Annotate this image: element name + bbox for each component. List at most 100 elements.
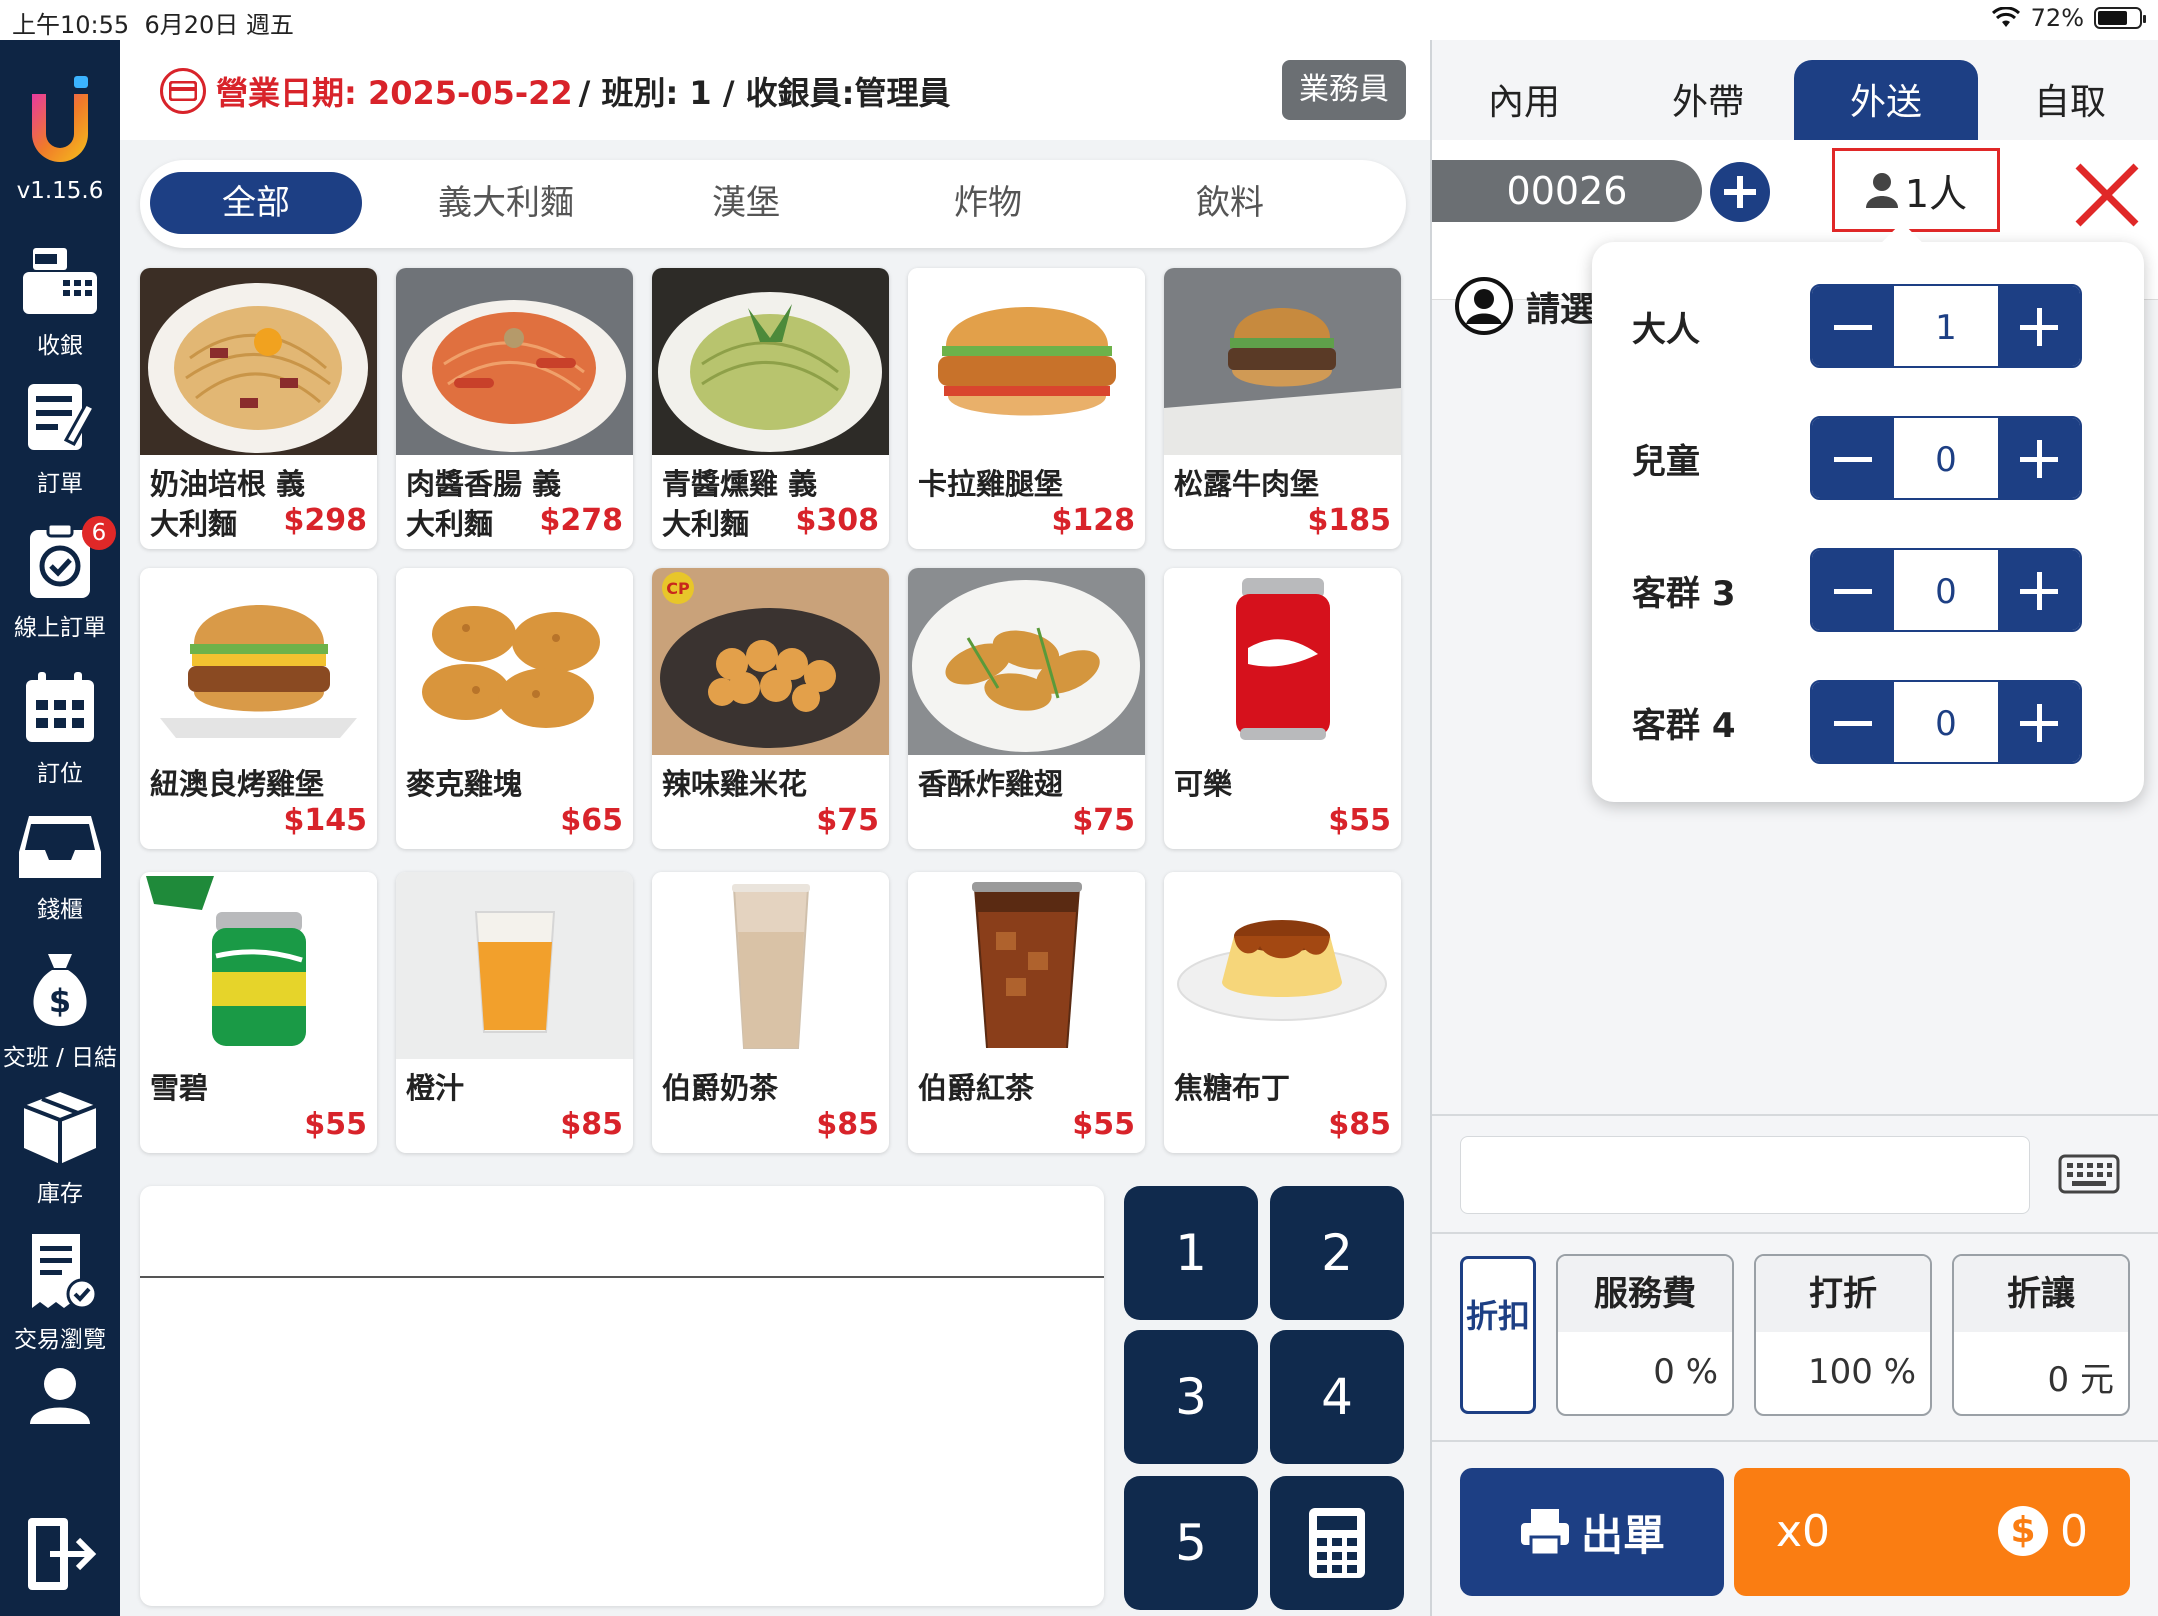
salesman-button[interactable]: 業務員 — [1282, 60, 1406, 120]
nav-cashier[interactable]: 收銀 — [0, 246, 120, 360]
numpad-key-1[interactable]: 1 — [1124, 1186, 1258, 1320]
tab-pickup[interactable]: 自取 — [1978, 60, 2158, 140]
nav-orders[interactable]: 訂單 — [0, 380, 120, 498]
product-card[interactable]: 紐澳良烤雞堡 $145 — [140, 568, 377, 849]
product-card[interactable]: 香酥炸雞翅 $75 — [908, 568, 1145, 849]
nav-shift-close[interactable]: $ 交班 / 日結 — [0, 950, 120, 1072]
guest-label: 大人 — [1632, 310, 1700, 350]
product-price: $85 — [816, 1107, 879, 1142]
allowance-box[interactable]: 折讓 0 元 — [1952, 1254, 2130, 1416]
divider — [1432, 1440, 2158, 1442]
category-tab-pasta[interactable]: 義大利麵 — [400, 172, 612, 234]
nav-inventory[interactable]: 庫存 — [0, 1090, 120, 1208]
product-name: 雪碧 — [150, 1071, 209, 1105]
category-tab-fried[interactable]: 炸物 — [882, 172, 1094, 234]
guest-count-label: 1人 — [1904, 171, 1968, 216]
discount-tag[interactable]: 折扣 — [1460, 1256, 1536, 1414]
product-image — [908, 268, 1145, 455]
product-card[interactable]: 伯爵奶茶 $85 — [652, 872, 889, 1153]
service-fee-box[interactable]: 服務費 0 % — [1556, 1254, 1734, 1416]
category-tab-all[interactable]: 全部 — [150, 172, 362, 234]
product-price: $85 — [1328, 1107, 1391, 1142]
calculator-button[interactable] — [1270, 1476, 1404, 1610]
nav-account[interactable] — [0, 1366, 120, 1434]
product-image — [908, 872, 1145, 1059]
product-image — [396, 568, 633, 755]
product-card[interactable]: 雪碧 $55 — [140, 872, 377, 1153]
group4-count[interactable]: 0 — [1894, 682, 1998, 762]
tab-dine-in[interactable]: 內用 — [1432, 60, 1616, 140]
nav-transactions[interactable]: 交易瀏覽 — [0, 1232, 120, 1354]
product-card[interactable]: 麥克雞塊 $65 — [396, 568, 633, 849]
product-name: 橙汁 — [406, 1071, 465, 1105]
decrement-button[interactable] — [1812, 418, 1894, 498]
order-note-area[interactable] — [140, 1186, 1104, 1606]
close-icon[interactable] — [2072, 160, 2142, 230]
product-card[interactable]: 奶油培根 義大利麵 $298 — [140, 268, 377, 549]
product-card[interactable]: 橙汁 $85 — [396, 872, 633, 1153]
numpad-key-2[interactable]: 2 — [1270, 1186, 1404, 1320]
increment-button[interactable] — [1998, 418, 2080, 498]
nav-online-orders[interactable]: 6 線上訂單 — [0, 516, 120, 642]
product-card[interactable]: 肉醬香腸 義大利麵 $278 — [396, 268, 633, 549]
product-image — [140, 872, 377, 1059]
product-name: 麥克雞塊 — [406, 767, 523, 801]
note-divider — [140, 1276, 1104, 1278]
nav-cash-drawer[interactable]: 錢櫃 — [0, 812, 120, 924]
nav-label: 錢櫃 — [37, 897, 83, 923]
guest-row-group4: 客群 4 0 — [1592, 680, 2144, 764]
decrement-button[interactable] — [1812, 682, 1894, 762]
numpad-key-4[interactable]: 4 — [1270, 1330, 1404, 1464]
increment-button[interactable] — [1998, 550, 2080, 630]
product-price: $308 — [795, 503, 880, 538]
child-count[interactable]: 0 — [1894, 418, 1998, 498]
numpad-key-5[interactable]: 5 — [1124, 1476, 1258, 1610]
product-card[interactable]: 青醬燻雞 義大利麵 $308 — [652, 268, 889, 549]
decrement-button[interactable] — [1812, 550, 1894, 630]
product-price: $185 — [1307, 503, 1392, 538]
product-card[interactable]: 焦糖布丁 $85 — [1164, 872, 1401, 1153]
adult-count[interactable]: 1 — [1894, 286, 1998, 366]
product-image — [1164, 872, 1401, 1059]
nav-label: 訂位 — [37, 761, 83, 787]
customer-selector[interactable]: 請選 — [1454, 276, 1594, 336]
discount-rate-box[interactable]: 打折 100 % — [1754, 1254, 1932, 1416]
item-count: x0 — [1776, 1506, 1831, 1557]
dollar-icon: $ — [1998, 1506, 2048, 1556]
calculator-icon — [1309, 1508, 1365, 1578]
keyboard-icon[interactable] — [2058, 1154, 2120, 1194]
category-tab-drinks[interactable]: 飲料 — [1124, 172, 1336, 234]
tab-delivery[interactable]: 外送 — [1794, 60, 1978, 140]
drawer-icon — [19, 816, 101, 878]
nav-label: 交班 / 日結 — [2, 1045, 118, 1071]
nav-label: 收銀 — [37, 333, 83, 359]
nav-logout[interactable] — [0, 1514, 120, 1602]
order-number: 00026 — [1432, 160, 1702, 222]
product-card[interactable]: 卡拉雞腿堡 $128 — [908, 268, 1145, 549]
checkout-button[interactable]: x0 $ 0 — [1734, 1468, 2130, 1596]
category-tab-burger[interactable]: 漢堡 — [640, 172, 852, 234]
increment-button[interactable] — [1998, 682, 2080, 762]
guest-row-group3: 客群 3 0 — [1592, 548, 2144, 632]
tab-takeout[interactable]: 外帶 — [1616, 60, 1800, 140]
group3-count[interactable]: 0 — [1894, 550, 1998, 630]
box-icon — [23, 1092, 97, 1164]
nav-reservation[interactable]: 訂位 — [0, 670, 120, 788]
product-card[interactable]: CP 辣味雞米花 $75 — [652, 568, 889, 849]
service-fee-title: 服務費 — [1558, 1256, 1732, 1332]
product-card[interactable]: 松露牛肉堡 $185 — [1164, 268, 1401, 549]
product-price: $278 — [539, 503, 624, 538]
numpad-key-3[interactable]: 3 — [1124, 1330, 1258, 1464]
increment-button[interactable] — [1998, 286, 2080, 366]
product-card[interactable]: 伯爵紅茶 $55 — [908, 872, 1145, 1153]
add-order-button[interactable] — [1710, 162, 1770, 222]
order-remark-input[interactable] — [1460, 1136, 2030, 1214]
product-name: 香酥炸雞翅 — [918, 767, 1064, 801]
product-price: $145 — [283, 803, 368, 838]
decrement-button[interactable] — [1812, 286, 1894, 366]
header: 營業日期: 2025-05-22 / 班別: 1 / 收銀員:管理員 業務員 — [120, 40, 1430, 140]
print-order-button[interactable]: 出單 — [1460, 1468, 1724, 1596]
product-card[interactable]: 可樂 $55 — [1164, 568, 1401, 849]
guest-count-button[interactable]: 1人 — [1832, 148, 2000, 232]
allowance-value: 0 元 — [2047, 1360, 2114, 1400]
